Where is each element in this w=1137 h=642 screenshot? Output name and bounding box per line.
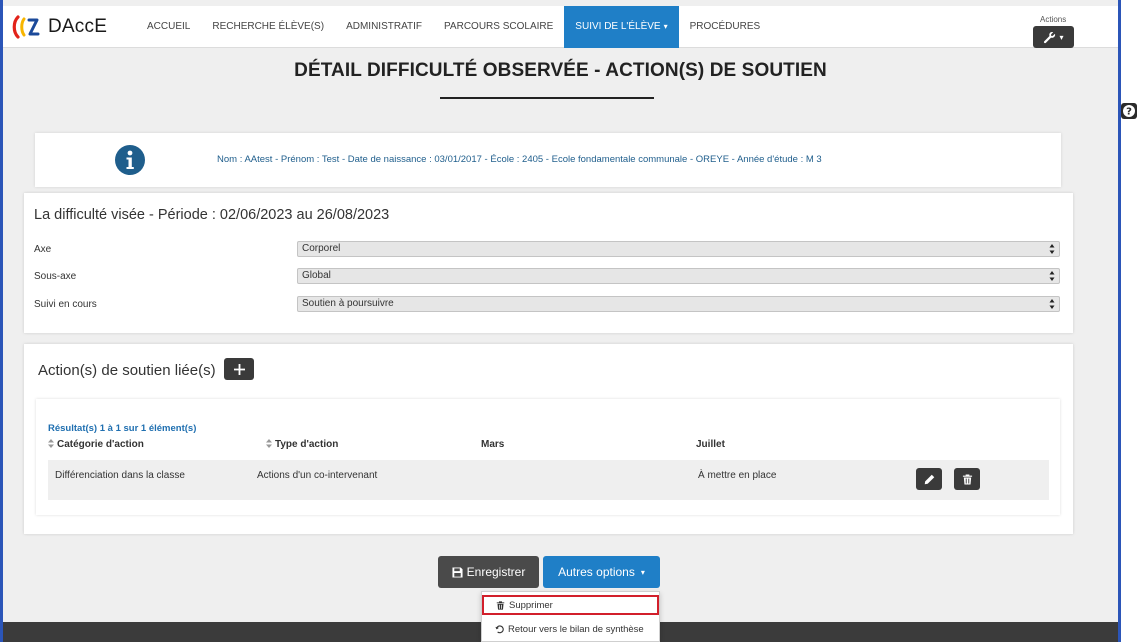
- top-navbar: DAccE ACCUEIL RECHERCHE ÉLÈVE(S) ADMINIS…: [3, 6, 1118, 48]
- nav-administratif[interactable]: ADMINISTRATIF: [335, 6, 433, 48]
- support-actions-title: Action(s) de soutien liée(s): [38, 362, 216, 379]
- column-header-mars: Mars: [481, 439, 505, 450]
- wrench-icon: [1044, 31, 1056, 43]
- delete-option-label: Supprimer: [509, 599, 553, 611]
- actions-button[interactable]: ▾: [1033, 26, 1074, 48]
- cell-type: Actions d'un co-intervenant: [257, 470, 378, 481]
- sort-icon: [266, 439, 272, 448]
- add-action-button[interactable]: [224, 358, 254, 380]
- sous-axe-select[interactable]: Global: [297, 268, 1060, 284]
- nav-parcours-scolaire[interactable]: PARCOURS SCOLAIRE: [433, 6, 564, 48]
- more-options-dropdown: Supprimer Retour vers le bilan de synthè…: [481, 591, 660, 642]
- sort-icon: [48, 439, 54, 448]
- select-arrows-icon: [1049, 244, 1055, 254]
- column-header-juillet: Juillet: [696, 439, 725, 450]
- chevron-down-icon: ▾: [1059, 32, 1064, 42]
- suivi-en-cours-label: Suivi en cours: [34, 299, 97, 310]
- undo-icon: [495, 624, 504, 633]
- back-to-summary-label: Retour vers le bilan de synthèse: [508, 623, 644, 635]
- table-row: Différenciation dans la classe Actions d…: [48, 460, 1049, 500]
- main-menu: ACCUEIL RECHERCHE ÉLÈVE(S) ADMINISTRATIF…: [136, 6, 771, 48]
- trash-icon: [962, 473, 972, 485]
- back-to-summary-option[interactable]: Retour vers le bilan de synthèse: [482, 618, 659, 640]
- support-actions-panel: Action(s) de soutien liée(s) Résultat(s)…: [24, 344, 1073, 534]
- nav-suivi-eleve[interactable]: SUIVI DE L'ÉLÈVE ▾: [564, 6, 679, 48]
- save-icon: [452, 566, 463, 578]
- more-options-button[interactable]: Autres options ▾: [543, 556, 660, 588]
- axe-select[interactable]: Corporel: [297, 241, 1060, 257]
- frame-border-left: [0, 0, 3, 642]
- save-button-label: Enregistrer: [466, 565, 526, 579]
- column-header-category-label: Catégorie d'action: [57, 439, 144, 450]
- page-title: DÉTAIL DIFFICULTÉ OBSERVÉE - ACTION(S) D…: [294, 60, 827, 81]
- nav-accueil[interactable]: ACCUEIL: [136, 6, 201, 48]
- info-icon: [115, 145, 145, 175]
- results-count: Résultat(s) 1 à 1 sur 1 élément(s): [48, 423, 197, 434]
- results-table: Résultat(s) 1 à 1 sur 1 élément(s) Catég…: [36, 399, 1060, 515]
- actions-label: Actions: [1040, 15, 1067, 24]
- nav-procedures[interactable]: PROCÉDURES: [679, 6, 772, 48]
- help-icon[interactable]: ?: [1121, 103, 1137, 119]
- select-arrows-icon: [1049, 299, 1055, 309]
- suivi-en-cours-select[interactable]: Soutien à poursuivre: [297, 296, 1060, 312]
- delete-option[interactable]: Supprimer: [482, 595, 659, 615]
- axe-select-value: Corporel: [302, 243, 341, 254]
- title-underline: [440, 97, 654, 99]
- sous-axe-select-value: Global: [302, 270, 331, 281]
- nav-suivi-eleve-label: SUIVI DE L'ÉLÈVE: [575, 21, 661, 32]
- axe-label: Axe: [34, 244, 52, 255]
- pencil-icon: [924, 474, 934, 484]
- column-header-category[interactable]: Catégorie d'action: [48, 439, 144, 450]
- nav-recherche-eleves[interactable]: RECHERCHE ÉLÈVE(S): [201, 6, 335, 48]
- student-info-text: Nom : AAtest - Prénom : Test - Date de n…: [217, 154, 822, 165]
- logo-mark-icon: [12, 15, 40, 39]
- side-gutter: [1121, 0, 1137, 642]
- difficulty-panel: La difficulté visée - Période : 02/06/20…: [24, 193, 1073, 333]
- cell-juillet: À mettre en place: [698, 470, 777, 481]
- delete-row-button[interactable]: [954, 468, 980, 490]
- sous-axe-label: Sous-axe: [34, 271, 77, 282]
- edit-button[interactable]: [916, 468, 942, 490]
- brand-name[interactable]: DAccE: [48, 16, 107, 38]
- more-options-label: Autres options: [558, 565, 635, 579]
- logo[interactable]: [11, 14, 41, 40]
- column-header-type-label: Type d'action: [275, 439, 339, 450]
- plus-icon: [233, 363, 245, 375]
- chevron-down-icon: ▾: [640, 567, 645, 577]
- save-button[interactable]: Enregistrer: [438, 556, 539, 588]
- student-info-box: Nom : AAtest - Prénom : Test - Date de n…: [35, 133, 1061, 187]
- trash-icon: [496, 600, 505, 610]
- difficulty-title: La difficulté visée - Période : 02/06/20…: [34, 207, 390, 223]
- select-arrows-icon: [1049, 271, 1055, 281]
- chevron-down-icon: ▾: [663, 22, 668, 31]
- column-header-type[interactable]: Type d'action: [266, 439, 338, 450]
- suivi-en-cours-select-value: Soutien à poursuivre: [302, 298, 394, 309]
- svg-text:?: ?: [1126, 107, 1132, 118]
- cell-category: Différenciation dans la classe: [55, 470, 185, 481]
